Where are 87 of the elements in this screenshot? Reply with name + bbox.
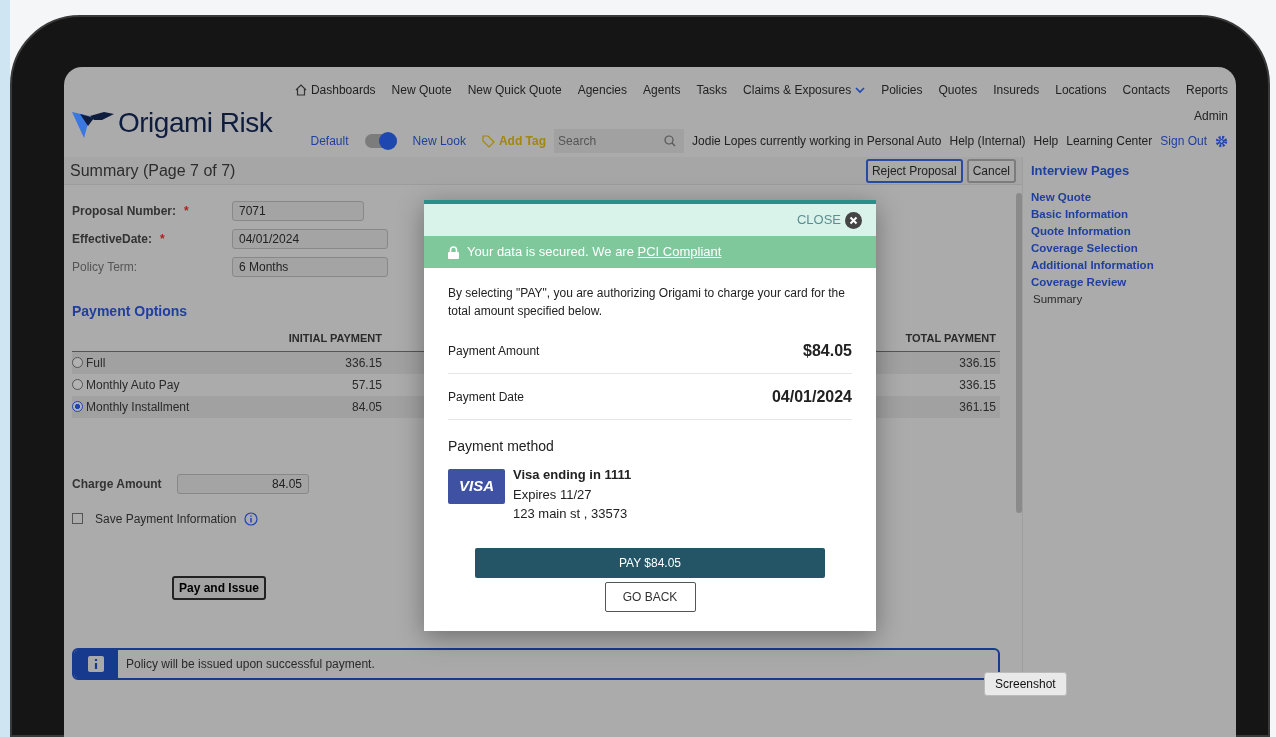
- required-marker: *: [184, 203, 189, 220]
- nav-link[interactable]: Claims & Exposures: [743, 81, 866, 99]
- radio-option[interactable]: Full: [72, 353, 272, 372]
- logo-text: Origami Risk: [118, 106, 273, 140]
- lock-icon: [448, 245, 459, 259]
- card-detail: 123 main st , 33573: [513, 505, 629, 523]
- checkbox[interactable]: [72, 513, 83, 524]
- close-icon: [845, 211, 862, 229]
- home-icon: [294, 84, 307, 96]
- settings-icon[interactable]: [1215, 134, 1228, 148]
- chevron-down-icon: [855, 86, 866, 94]
- detail-value: $84.05: [803, 340, 852, 361]
- checkbox-label: Save Payment Information: [95, 510, 237, 528]
- nav-link[interactable]: New Quote: [391, 81, 452, 99]
- info-icon: [88, 655, 104, 672]
- nav-link[interactable]: Quotes: [938, 81, 978, 99]
- radio-option[interactable]: Monthly Installment: [72, 397, 272, 416]
- help-link[interactable]: Learning Center: [1066, 132, 1153, 150]
- table-cell-text: 336.15: [959, 354, 996, 372]
- help-link[interactable]: Help: [1033, 132, 1059, 150]
- radio-button[interactable]: [72, 356, 83, 368]
- text-input[interactable]: 7071: [232, 201, 364, 221]
- user-menu[interactable]: Admin: [1194, 107, 1228, 125]
- card-detail: Expires 11/27: [513, 485, 593, 504]
- info-icon[interactable]: [244, 511, 259, 526]
- status-text: Jodie Lopes currently working in Personal Auto: [692, 133, 942, 150]
- header-button[interactable]: Reject Proposal: [865, 158, 963, 183]
- table-cell-text: 57.15: [350, 376, 382, 394]
- sidebar-item[interactable]: Additional Information: [1031, 256, 1236, 274]
- pay-and-issue-button[interactable]: Pay and Issue: [172, 575, 267, 600]
- info-message: Policy will be issued upon successful payment.: [126, 655, 375, 673]
- nav-link[interactable]: Policies: [881, 81, 923, 99]
- card-brand-logo: VISA: [448, 469, 505, 504]
- nav-link[interactable]: Agencies: [577, 81, 628, 99]
- table-cell-text: 336.15: [959, 376, 996, 394]
- nav-link[interactable]: Reports: [1185, 81, 1228, 99]
- tooltip: Screenshot: [984, 672, 1067, 696]
- page-title: Summary (Page 7 of 7): [70, 160, 236, 181]
- sidebar-title: Interview Pages: [1031, 162, 1131, 180]
- new-look-link[interactable]: New Look: [412, 132, 466, 150]
- section-title: Payment Options: [72, 303, 188, 319]
- sidebar-item[interactable]: New Quote: [1031, 188, 1236, 206]
- toggle-switch[interactable]: [364, 134, 397, 148]
- field-label: Policy Term:: [72, 259, 138, 276]
- sign-out-link[interactable]: Sign Out: [1160, 132, 1207, 150]
- search-icon: [664, 135, 677, 147]
- nav-link[interactable]: Locations: [1055, 81, 1107, 99]
- default-view-link[interactable]: Default: [310, 132, 349, 150]
- field-label: Proposal Number:: [72, 203, 176, 220]
- help-link[interactable]: Help (Internal): [949, 132, 1026, 150]
- nav-link[interactable]: Contacts: [1122, 81, 1170, 99]
- column-header: INITIAL PAYMENT: [287, 331, 382, 346]
- detail-label: Payment Date: [448, 388, 525, 406]
- column-header: TOTAL PAYMENT: [905, 331, 996, 346]
- nav-link[interactable]: New Quick Quote: [467, 81, 562, 99]
- sidebar-item[interactable]: Quote Information: [1031, 222, 1236, 240]
- required-marker: *: [160, 231, 165, 248]
- table-cell-text: 361.15: [959, 398, 996, 416]
- amount-input[interactable]: 84.05: [177, 473, 309, 494]
- radio-button[interactable]: [72, 378, 83, 390]
- go-back-button[interactable]: GO BACK: [604, 581, 696, 612]
- table-cell-text: 84.05: [350, 398, 382, 416]
- pay-button[interactable]: PAY $84.05: [475, 547, 825, 578]
- detail-value: 04/01/2024: [771, 386, 852, 407]
- text-input[interactable]: 04/01/2024: [232, 229, 388, 249]
- radio-option[interactable]: Monthly Auto Pay: [72, 375, 272, 394]
- card-detail: Visa ending in 1111: [513, 466, 632, 484]
- method-title: Payment method: [448, 437, 555, 456]
- nav-link[interactable]: Agents: [643, 81, 681, 99]
- sidebar-item[interactable]: Coverage Review: [1031, 273, 1236, 291]
- radio-button[interactable]: [72, 400, 83, 412]
- sidebar-item[interactable]: Basic Information: [1031, 205, 1236, 223]
- sidebar-item[interactable]: Summary: [1031, 290, 1236, 308]
- nav-link[interactable]: Tasks: [696, 81, 728, 99]
- text-input[interactable]: 6 Months: [232, 257, 388, 277]
- nav-link[interactable]: Dashboards: [294, 81, 376, 99]
- table-cell-text: 336.15: [344, 354, 382, 372]
- header-button[interactable]: Cancel: [966, 158, 1016, 183]
- notice-text: By selecting "PAY", you are authorizing Origami to charge your card for the total amount specified below.: [448, 285, 846, 320]
- tag-icon: [481, 134, 495, 148]
- field-label: Charge Amount: [72, 475, 163, 493]
- sidebar-item[interactable]: Coverage Selection: [1031, 239, 1236, 257]
- search-field[interactable]: Search: [554, 129, 685, 153]
- security-message: Your data is secured. We are PCI Compliant: [467, 243, 722, 262]
- detail-label: Payment Amount: [448, 342, 540, 360]
- field-label: EffectiveDate:: [72, 231, 153, 248]
- nav-link[interactable]: Insureds: [993, 81, 1040, 99]
